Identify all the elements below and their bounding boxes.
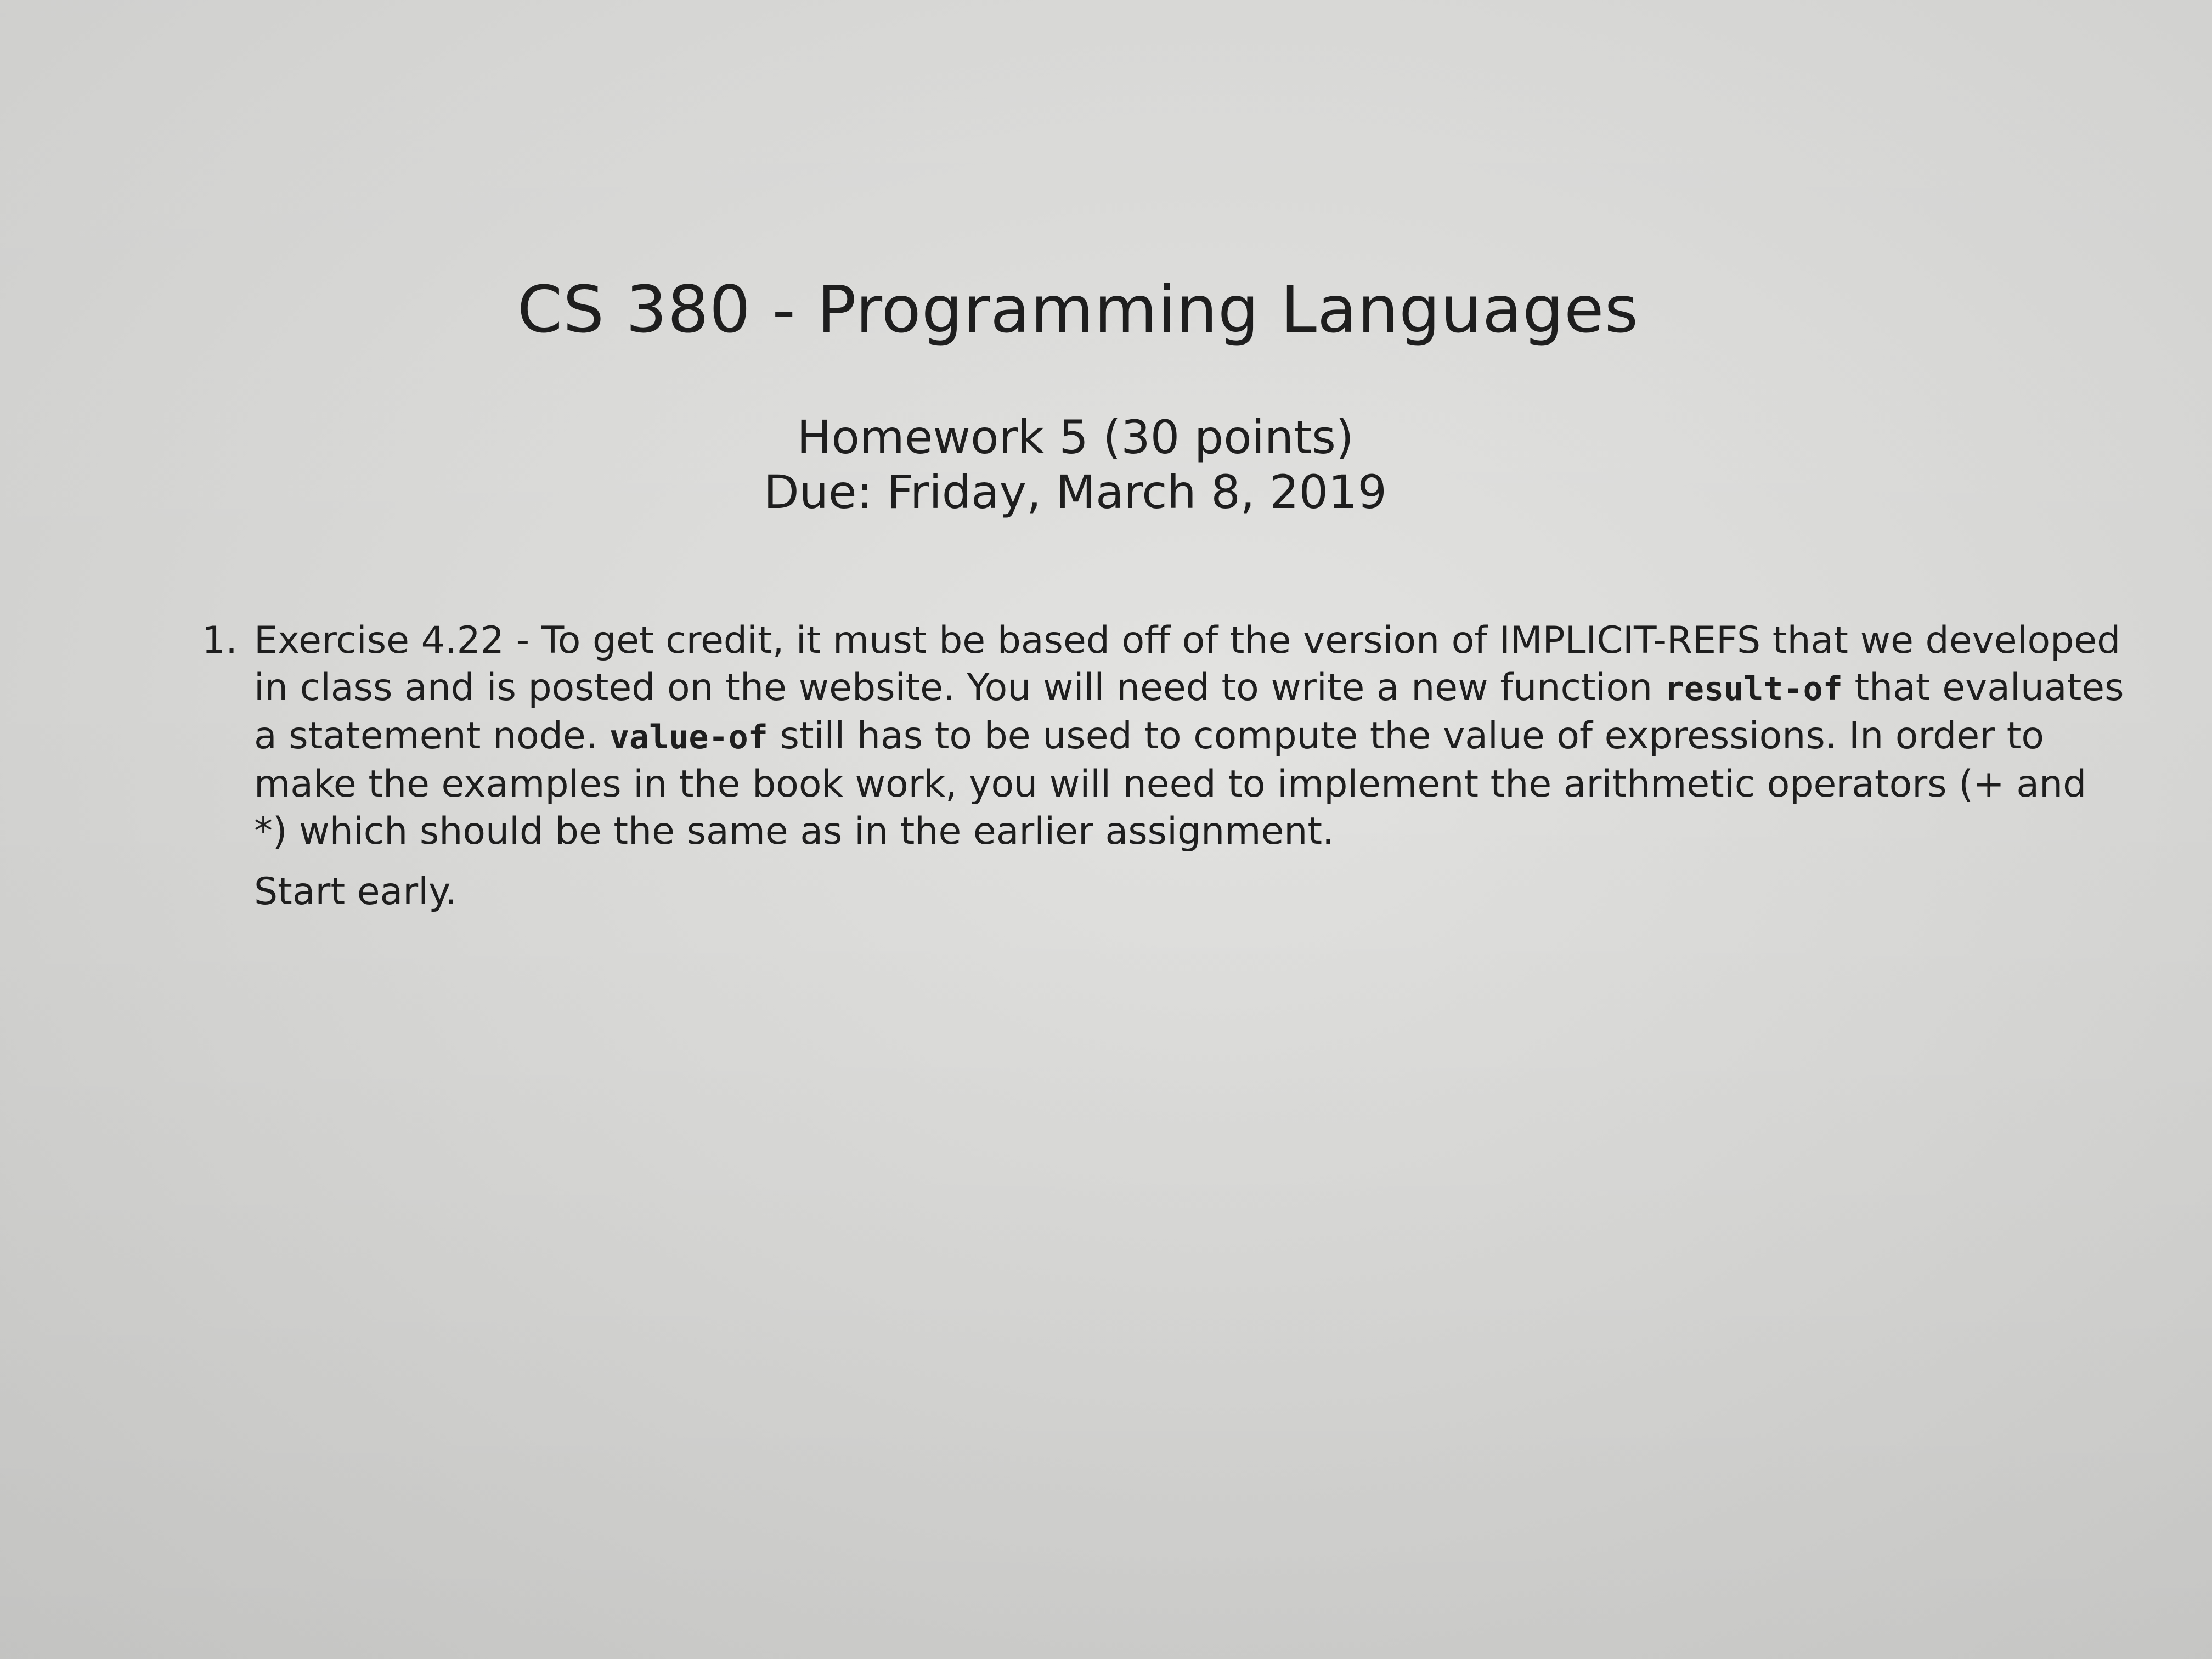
item-line: make the examples in the book work, you … — [254, 763, 2087, 806]
homework-heading: Homework 5 (30 points) — [797, 410, 1354, 464]
due-date: Due: Friday, March 8, 2019 — [764, 465, 1387, 519]
document-title: CS 380 - Programming Languages — [517, 272, 1639, 347]
closing-note: Start early. — [254, 870, 458, 913]
text-segment: still has to be used to compute the valu… — [768, 714, 2044, 758]
text-segment: a statement node. — [254, 714, 610, 758]
item-line: in class and is posted on the website. Y… — [254, 664, 2124, 713]
code-result-of: result-of — [1664, 670, 1843, 708]
text-segment: in class and is posted on the website. Y… — [254, 666, 1664, 709]
item-line: *) which should be the same as in the ea… — [254, 810, 1334, 853]
item-line: Exercise 4.22 - To get credit, it must b… — [254, 619, 2121, 662]
item-number: 1. — [202, 619, 238, 662]
item-text: Exercise 4.22 - To get credit, it must b… — [254, 617, 2124, 855]
item-line: a statement node. value-of still has to … — [254, 713, 2124, 761]
code-value-of: value-of — [609, 718, 768, 757]
paper-sheet: CS 380 - Programming Languages Homework … — [0, 0, 2212, 1659]
text-segment: that evaluates — [1842, 666, 2124, 709]
